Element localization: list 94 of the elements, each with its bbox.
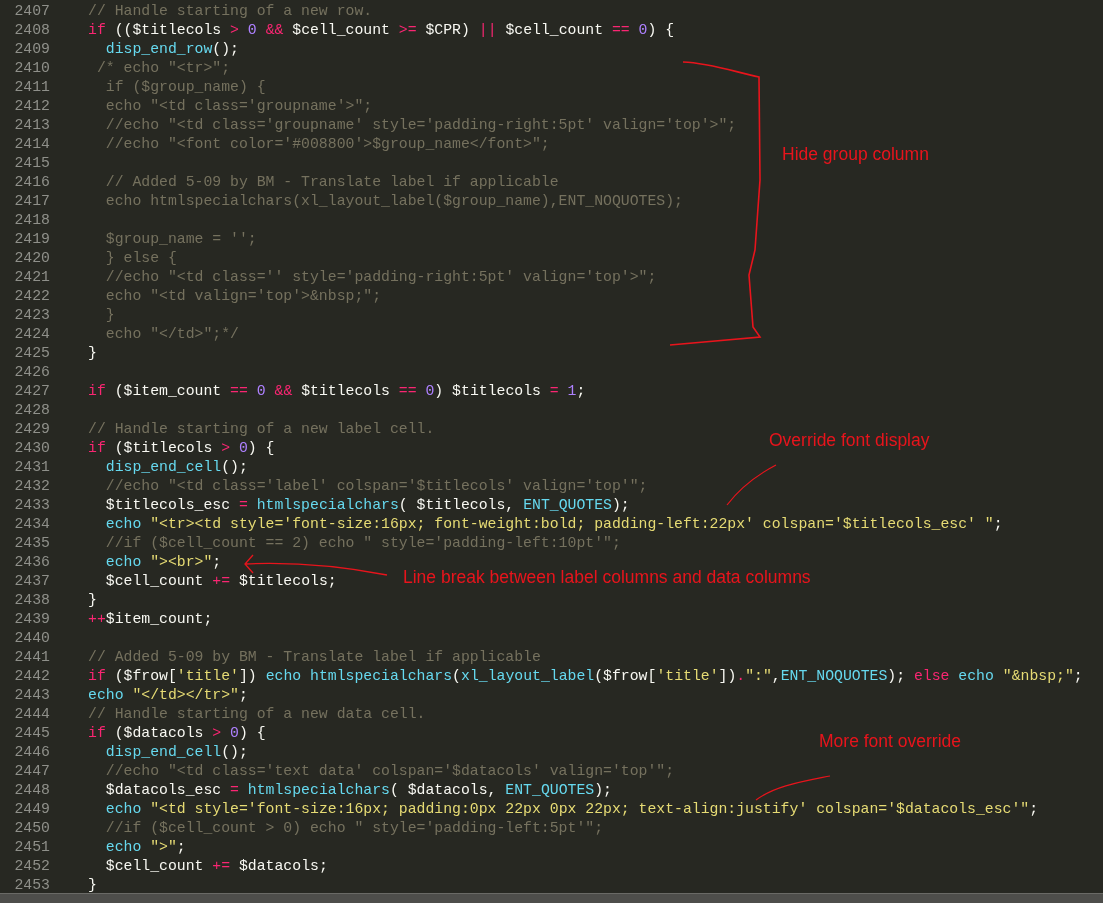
line-number: 2426 — [13, 363, 50, 382]
code-line: /* echo "<tr>"; — [95, 59, 231, 78]
code-line: // Added 5-09 by BM - Translate label if applicable — [104, 173, 559, 192]
line-number: 2411 — [13, 78, 50, 97]
line-number: 2412 — [13, 97, 50, 116]
code-line: echo "<td class='groupname'>"; — [104, 97, 373, 116]
line-number: 2447 — [13, 762, 50, 781]
code-line: $datacols_esc = htmlspecialchars( $datacols, ENT_QUOTES); — [104, 781, 612, 800]
line-number: 2419 — [13, 230, 50, 249]
code-line: $group_name = ''; — [104, 230, 257, 249]
line-number: 2432 — [13, 477, 50, 496]
line-number: 2439 — [13, 610, 50, 629]
line-number: 2440 — [13, 629, 50, 648]
code-line: //echo "<font color='#008800'>$group_name</font>"; — [104, 135, 550, 154]
code-line: if ($group_name) { — [104, 78, 266, 97]
code-line: if (($titlecols > 0 && $cell_count >= $CPR) || $cell_count == 0) { — [88, 21, 675, 40]
annotation-text: More font override — [819, 730, 961, 752]
line-number: 2443 — [13, 686, 50, 705]
line-number: 2423 — [13, 306, 50, 325]
code-line: //echo "<td class='text data' colspan='$datacols' valign='top'"; — [104, 762, 675, 781]
code-line: disp_end_cell(); — [104, 743, 248, 762]
line-number: 2407 — [13, 2, 50, 21]
line-number: 2441 — [13, 648, 50, 667]
annotation-text: Line break between label columns and data columns — [403, 566, 811, 588]
annotation-text: Hide group column — [782, 143, 929, 165]
line-number: 2414 — [13, 135, 50, 154]
code-line: disp_end_row(); — [104, 40, 239, 59]
code-line: //echo "<td class='label' colspan='$titlecols' valign='top'"; — [104, 477, 648, 496]
line-number: 2450 — [13, 819, 50, 838]
code-line: } — [88, 591, 97, 610]
code-line: disp_end_cell(); — [104, 458, 248, 477]
line-number: 2448 — [13, 781, 50, 800]
line-number: 2427 — [13, 382, 50, 401]
line-number: 2449 — [13, 800, 50, 819]
code-line: echo "<td style='font-size:16px; padding:0px 22px 0px 22px; text-align:justify' colspan='$datacols_esc'"; — [104, 800, 1039, 819]
code-line: // Handle starting of a new data cell. — [88, 705, 426, 724]
line-number: 2437 — [13, 572, 50, 591]
code-line: // Added 5-09 by BM - Translate label if applicable — [88, 648, 541, 667]
line-number: 2418 — [13, 211, 50, 230]
code-line: } else { — [104, 249, 177, 268]
code-line: $cell_count += $titlecols; — [104, 572, 337, 591]
code-line: //echo "<td class='groupname' style='padding-right:5pt' valign='top'>"; — [104, 116, 737, 135]
code-line: //if ($cell_count > 0) echo " style='padding-left:5pt'"; — [104, 819, 603, 838]
line-number: 2430 — [13, 439, 50, 458]
code-line: } — [104, 306, 115, 325]
code-line: if ($datacols > 0) { — [88, 724, 266, 743]
line-number: 2433 — [13, 496, 50, 515]
line-number: 2435 — [13, 534, 50, 553]
code-line: //if ($cell_count == 2) echo " style='padding-left:10pt'"; — [104, 534, 621, 553]
code-line: ++$item_count; — [88, 610, 213, 629]
code-line: if ($titlecols > 0) { — [88, 439, 275, 458]
line-number: 2436 — [13, 553, 50, 572]
code-line: if ($frow['title']) echo htmlspecialchars(xl_layout_label($frow['title']).":",ENT_NOQUOTES); else echo "&nbsp;"; — [88, 667, 1083, 686]
line-number: 2425 — [13, 344, 50, 363]
line-number: 2431 — [13, 458, 50, 477]
code-line: echo ">"; — [104, 838, 186, 857]
line-number: 2428 — [13, 401, 50, 420]
line-number: 2409 — [13, 40, 50, 59]
code-line: } — [88, 344, 97, 363]
code-line: echo "<td valign='top'>&nbsp;"; — [104, 287, 382, 306]
leader-line — [726, 464, 777, 506]
line-number: 2416 — [13, 173, 50, 192]
line-number: 2434 — [13, 515, 50, 534]
code-line: echo "</td></tr>"; — [88, 686, 248, 705]
code-line: // Handle starting of a new label cell. — [88, 420, 435, 439]
line-number: 2408 — [13, 21, 50, 40]
line-number: 2422 — [13, 287, 50, 306]
line-number: 2421 — [13, 268, 50, 287]
code-line: echo "</td>";*/ — [104, 325, 239, 344]
line-number: 2452 — [13, 857, 50, 876]
code-line: } — [88, 876, 97, 895]
line-number: 2444 — [13, 705, 50, 724]
line-number: 2442 — [13, 667, 50, 686]
line-number: 2424 — [13, 325, 50, 344]
line-number: 2445 — [13, 724, 50, 743]
code-line: echo "><br>"; — [104, 553, 222, 572]
line-number: 2429 — [13, 420, 50, 439]
line-number: 2420 — [13, 249, 50, 268]
line-number: 2438 — [13, 591, 50, 610]
line-number: 2453 — [13, 876, 50, 895]
line-number: 2410 — [13, 59, 50, 78]
code-line: $cell_count += $datacols; — [104, 857, 328, 876]
code-line: // Handle starting of a new row. — [88, 2, 373, 21]
line-number: 2446 — [13, 743, 50, 762]
code-line: echo htmlspecialchars(xl_layout_label($group_name),ENT_NOQUOTES); — [104, 192, 683, 211]
code-line: //echo "<td class='' style='padding-right:5pt' valign='top'>"; — [104, 268, 657, 287]
annotation-text: Override font display — [769, 429, 930, 451]
line-number: 2451 — [13, 838, 50, 857]
line-number: 2417 — [13, 192, 50, 211]
code-line: echo "<tr><td style='font-size:16px; font-weight:bold; padding-left:22px' colspan='$titlecols_esc' "; — [104, 515, 1003, 534]
line-number: 2415 — [13, 154, 50, 173]
code-line: if ($item_count == 0 && $titlecols == 0) $titlecols = 1; — [88, 382, 586, 401]
line-number: 2413 — [13, 116, 50, 135]
code-line: $titlecols_esc = htmlspecialchars( $titlecols, ENT_QUOTES); — [104, 496, 630, 515]
